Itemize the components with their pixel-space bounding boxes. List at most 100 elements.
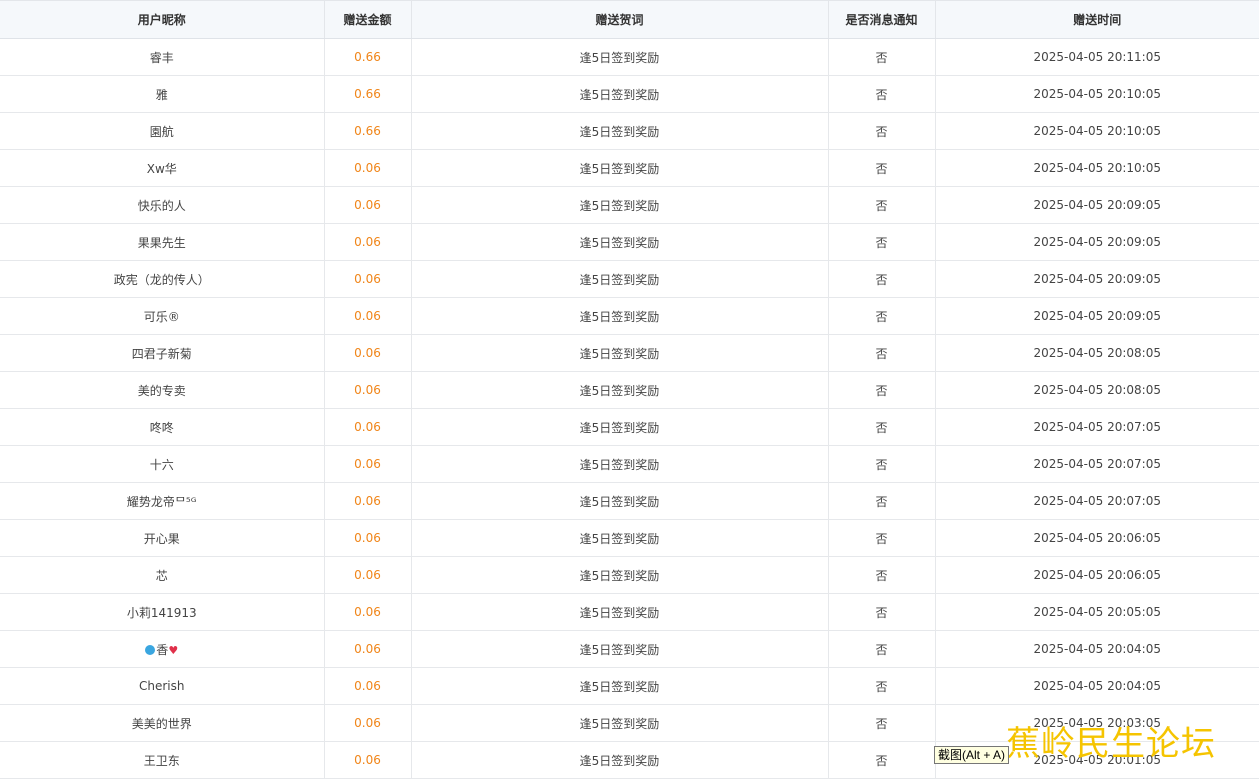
cell-amount: 0.06 [324, 482, 412, 520]
table-row: 十六 0.06 逢5日签到奖励否 2025-04-05 20:07:05 [0, 445, 1259, 483]
cell-amount: 0.06 [324, 445, 412, 483]
cell-amount: 0.06 [324, 223, 412, 261]
cell-nickname: 十六 [0, 445, 325, 483]
cell-message: 逢5日签到奖励 [411, 704, 829, 742]
cell-nickname: 果果先生 [0, 223, 325, 261]
cell-message: 逢5日签到奖励 [411, 741, 829, 779]
table-row: 園航 0.66 逢5日签到奖励否 2025-04-05 20:10:05 [0, 112, 1259, 150]
cell-time: 2025-04-05 20:09:05 [935, 260, 1259, 298]
cell-time: 2025-04-05 20:07:05 [935, 482, 1259, 520]
table-row: 快乐的人 0.06 逢5日签到奖励否 2025-04-05 20:09:05 [0, 186, 1259, 224]
cell-time: 2025-04-05 20:05:05 [935, 593, 1259, 631]
cell-time: 2025-04-05 20:03:05 [935, 704, 1259, 742]
cell-message: 逢5日签到奖励 [411, 445, 829, 483]
cell-time: 2025-04-05 20:09:05 [935, 297, 1259, 335]
cell-amount: 0.06 [324, 186, 412, 224]
screenshot-tooltip: 截图(Alt + A) [934, 746, 1010, 764]
heart-emoji-icon: ♥ [168, 643, 179, 657]
cell-notify: 否 [828, 149, 936, 187]
table-row: Cherish 0.06 逢5日签到奖励否 2025-04-05 20:04:05 [0, 667, 1259, 705]
cell-nickname: 小莉141913 [0, 593, 325, 631]
cell-amount: 0.66 [324, 75, 412, 113]
table-row: 小莉141913 0.06 逢5日签到奖励否 2025-04-05 20:05:05 [0, 593, 1259, 631]
cell-time: 2025-04-05 20:06:05 [935, 556, 1259, 594]
cell-time: 2025-04-05 20:06:05 [935, 519, 1259, 557]
table-row: 政宪（龙的传人） 0.06 逢5日签到奖励否 2025-04-05 20:09:05 [0, 260, 1259, 298]
column-header-notify[interactable]: 是否消息通知 [828, 0, 936, 39]
cell-notify: 否 [828, 334, 936, 372]
table-row: 开心果 0.06 逢5日签到奖励否 2025-04-05 20:06:05 [0, 519, 1259, 557]
cell-notify: 否 [828, 38, 936, 76]
cell-time: 2025-04-05 20:08:05 [935, 334, 1259, 372]
gift-record-table: 用户昵称 赠送金额 赠送贺词 是否消息通知 赠送时间 睿丰 0.66 逢5日签到奖励… [0, 0, 1259, 779]
cell-amount: 0.06 [324, 556, 412, 594]
cell-nickname: 睿丰 [0, 38, 325, 76]
cell-amount: 0.06 [324, 667, 412, 705]
table-row: 香♥ 0.06 逢5日签到奖励否 2025-04-05 20:04:05 [0, 630, 1259, 668]
cell-message: 逢5日签到奖励 [411, 667, 829, 705]
column-header-message[interactable]: 赠送贺词 [411, 0, 829, 39]
cell-notify: 否 [828, 667, 936, 705]
cell-time: 2025-04-05 20:10:05 [935, 112, 1259, 150]
cell-amount: 0.06 [324, 630, 412, 668]
header-row: 用户昵称 赠送金额 赠送贺词 是否消息通知 赠送时间 [0, 0, 1259, 39]
cell-amount: 0.06 [324, 371, 412, 409]
table-row: 睿丰 0.66 逢5日签到奖励否 2025-04-05 20:11:05 [0, 38, 1259, 76]
cell-time: 2025-04-05 20:10:05 [935, 75, 1259, 113]
table-row: 美美的世界 0.06 逢5日签到奖励否 2025-04-05 20:03:05 [0, 704, 1259, 742]
cell-time: 2025-04-05 20:07:05 [935, 445, 1259, 483]
cell-notify: 否 [828, 741, 936, 779]
cell-nickname: 可乐® [0, 297, 325, 335]
cell-message: 逢5日签到奖励 [411, 408, 829, 446]
cell-message: 逢5日签到奖励 [411, 223, 829, 261]
cell-notify: 否 [828, 297, 936, 335]
cell-message: 逢5日签到奖励 [411, 149, 829, 187]
table-header: 用户昵称 赠送金额 赠送贺词 是否消息通知 赠送时间 [0, 0, 1259, 39]
column-header-nickname[interactable]: 用户昵称 [0, 0, 325, 39]
cell-nickname: Xw华 [0, 149, 325, 187]
cell-nickname: 王卫东 [0, 741, 325, 779]
cell-message: 逢5日签到奖励 [411, 593, 829, 631]
table-row: 芯 0.06 逢5日签到奖励否 2025-04-05 20:06:05 [0, 556, 1259, 594]
table-row: 可乐® 0.06 逢5日签到奖励否 2025-04-05 20:09:05 [0, 297, 1259, 335]
table-row: 耀势龙帝ᄆ⁵ᴳ 0.06 逢5日签到奖励否 2025-04-05 20:07:05 [0, 482, 1259, 520]
cell-notify: 否 [828, 445, 936, 483]
cell-amount: 0.06 [324, 741, 412, 779]
table-row: 王卫东 0.06 逢5日签到奖励否 2025-04-05 20:01:05 [0, 741, 1259, 779]
cell-message: 逢5日签到奖励 [411, 630, 829, 668]
table-body: 睿丰 0.66 逢5日签到奖励否 2025-04-05 20:11:05 雅 0.66 逢5… [0, 38, 1259, 779]
cell-nickname: 快乐的人 [0, 186, 325, 224]
cell-notify: 否 [828, 704, 936, 742]
cell-time: 2025-04-05 20:10:05 [935, 149, 1259, 187]
cell-nickname: 園航 [0, 112, 325, 150]
cell-message: 逢5日签到奖励 [411, 556, 829, 594]
table-row: Xw华 0.06 逢5日签到奖励否 2025-04-05 20:10:05 [0, 149, 1259, 187]
cell-time: 2025-04-05 20:07:05 [935, 408, 1259, 446]
cell-nickname: 美的专卖 [0, 371, 325, 409]
table-row: 雅 0.66 逢5日签到奖励否 2025-04-05 20:10:05 [0, 75, 1259, 113]
gift-record-page: 用户昵称 赠送金额 赠送贺词 是否消息通知 赠送时间 睿丰 0.66 逢5日签到奖励… [0, 0, 1259, 783]
column-header-time[interactable]: 赠送时间 [935, 0, 1259, 39]
cell-nickname: 耀势龙帝ᄆ⁵ᴳ [0, 482, 325, 520]
cell-time: 2025-04-05 20:09:05 [935, 223, 1259, 261]
cell-notify: 否 [828, 630, 936, 668]
table-row: 四君子新菊 0.06 逢5日签到奖励否 2025-04-05 20:08:05 [0, 334, 1259, 372]
cell-amount: 0.06 [324, 149, 412, 187]
cell-amount: 0.06 [324, 593, 412, 631]
cell-nickname: 美美的世界 [0, 704, 325, 742]
cell-notify: 否 [828, 519, 936, 557]
cell-nickname: 政宪（龙的传人） [0, 260, 325, 298]
cell-amount: 0.66 [324, 112, 412, 150]
cell-notify: 否 [828, 223, 936, 261]
cell-message: 逢5日签到奖励 [411, 260, 829, 298]
cell-time: 2025-04-05 20:08:05 [935, 371, 1259, 409]
cell-nickname: 咚咚 [0, 408, 325, 446]
cell-nickname: 四君子新菊 [0, 334, 325, 372]
cell-nickname: 雅 [0, 75, 325, 113]
cell-message: 逢5日签到奖励 [411, 519, 829, 557]
cell-nickname: Cherish [0, 667, 325, 705]
cell-message: 逢5日签到奖励 [411, 186, 829, 224]
cell-message: 逢5日签到奖励 [411, 297, 829, 335]
cell-message: 逢5日签到奖励 [411, 112, 829, 150]
column-header-amount[interactable]: 赠送金额 [324, 0, 412, 39]
